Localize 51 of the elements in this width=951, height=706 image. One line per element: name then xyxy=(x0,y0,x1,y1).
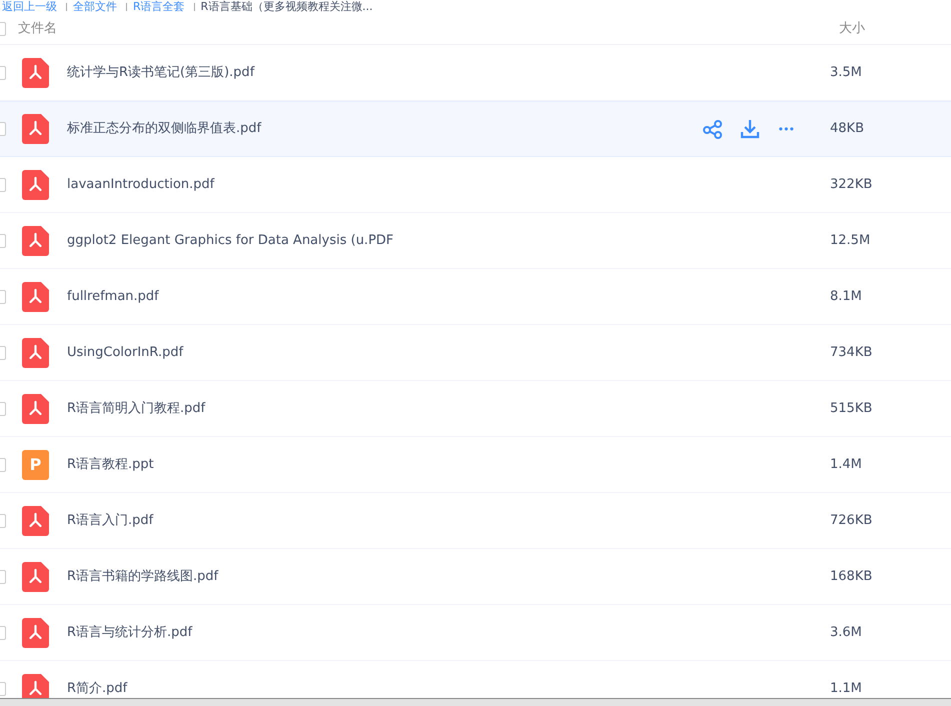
pdf-file-icon xyxy=(22,282,49,312)
file-name: R语言书籍的学路线图.pdf xyxy=(67,568,220,586)
pdf-file-icon xyxy=(22,338,49,368)
pdf-file-icon xyxy=(22,394,49,424)
file-name: R语言简明入门教程.pdf xyxy=(67,400,206,418)
file-row[interactable]: P R语言教程.ppt 1.4M xyxy=(0,437,951,493)
ppt-file-icon: P xyxy=(22,450,49,480)
file-name: UsingColorInR.pdf xyxy=(67,344,184,362)
file-name: ggplot2 Elegant Graphics for Data Analysis (u.PDF xyxy=(67,232,395,250)
breadcrumb-current: R语言基础（更多视频教程关注微... xyxy=(200,1,373,13)
pdf-file-icon xyxy=(22,506,49,536)
file-size: 1.1M xyxy=(830,680,863,698)
file-row[interactable]: UsingColorInR.pdf 734KB xyxy=(0,325,951,381)
file-name: R语言入门.pdf xyxy=(67,512,154,530)
pdf-file-icon xyxy=(22,618,49,648)
pdf-file-icon xyxy=(22,58,49,88)
file-size: 734KB xyxy=(830,344,874,362)
file-size: 515KB xyxy=(830,400,874,418)
file-size: 1.4M xyxy=(830,456,863,474)
file-row[interactable]: lavaanIntroduction.pdf 322KB xyxy=(0,157,951,213)
file-size: 3.5M xyxy=(830,64,863,82)
file-name: R简介.pdf xyxy=(67,680,128,698)
file-row[interactable]: R语言书籍的学路线图.pdf 168KB xyxy=(0,549,951,605)
file-name: R语言教程.ppt xyxy=(67,456,155,474)
pdf-file-icon xyxy=(22,170,49,200)
download-icon[interactable] xyxy=(740,119,760,139)
file-name: R语言与统计分析.pdf xyxy=(67,624,194,642)
file-name: lavaanIntroduction.pdf xyxy=(67,176,216,194)
file-size: 168KB xyxy=(830,568,874,586)
pdf-file-icon xyxy=(22,114,49,144)
file-size: 322KB xyxy=(830,176,874,194)
file-name: fullrefman.pdf xyxy=(67,288,160,306)
file-name: 统计学与R读书笔记(第三版).pdf xyxy=(67,64,256,82)
file-row[interactable]: R语言入门.pdf 726KB xyxy=(0,493,951,549)
pdf-file-icon xyxy=(22,226,49,256)
file-size: 3.6M xyxy=(830,624,863,642)
file-row[interactable]: ggplot2 Elegant Graphics for Data Analysis (u.PDF 12.5M xyxy=(0,213,951,269)
file-row[interactable]: fullrefman.pdf 8.1M xyxy=(0,269,951,325)
pdf-file-icon xyxy=(22,674,49,698)
file-size: 12.5M xyxy=(830,232,872,250)
share-icon[interactable] xyxy=(702,120,722,138)
file-row[interactable]: R语言简明入门教程.pdf 515KB xyxy=(0,381,951,437)
column-header[interactable]: 文件名 xyxy=(18,19,830,39)
file-size: 8.1M xyxy=(830,288,863,306)
file-name: 标准正态分布的双侧临界值表.pdf xyxy=(67,120,262,138)
column-header[interactable]: 大小 xyxy=(830,19,951,39)
file-size: 726KB xyxy=(830,512,874,530)
pdf-file-icon xyxy=(22,562,49,592)
file-size: 48KB xyxy=(830,120,865,138)
file-row[interactable]: R语言与统计分析.pdf 3.6M xyxy=(0,605,951,661)
file-row[interactable]: 标准正态分布的双侧临界值表.pdf ••• 48KB xyxy=(0,101,951,157)
